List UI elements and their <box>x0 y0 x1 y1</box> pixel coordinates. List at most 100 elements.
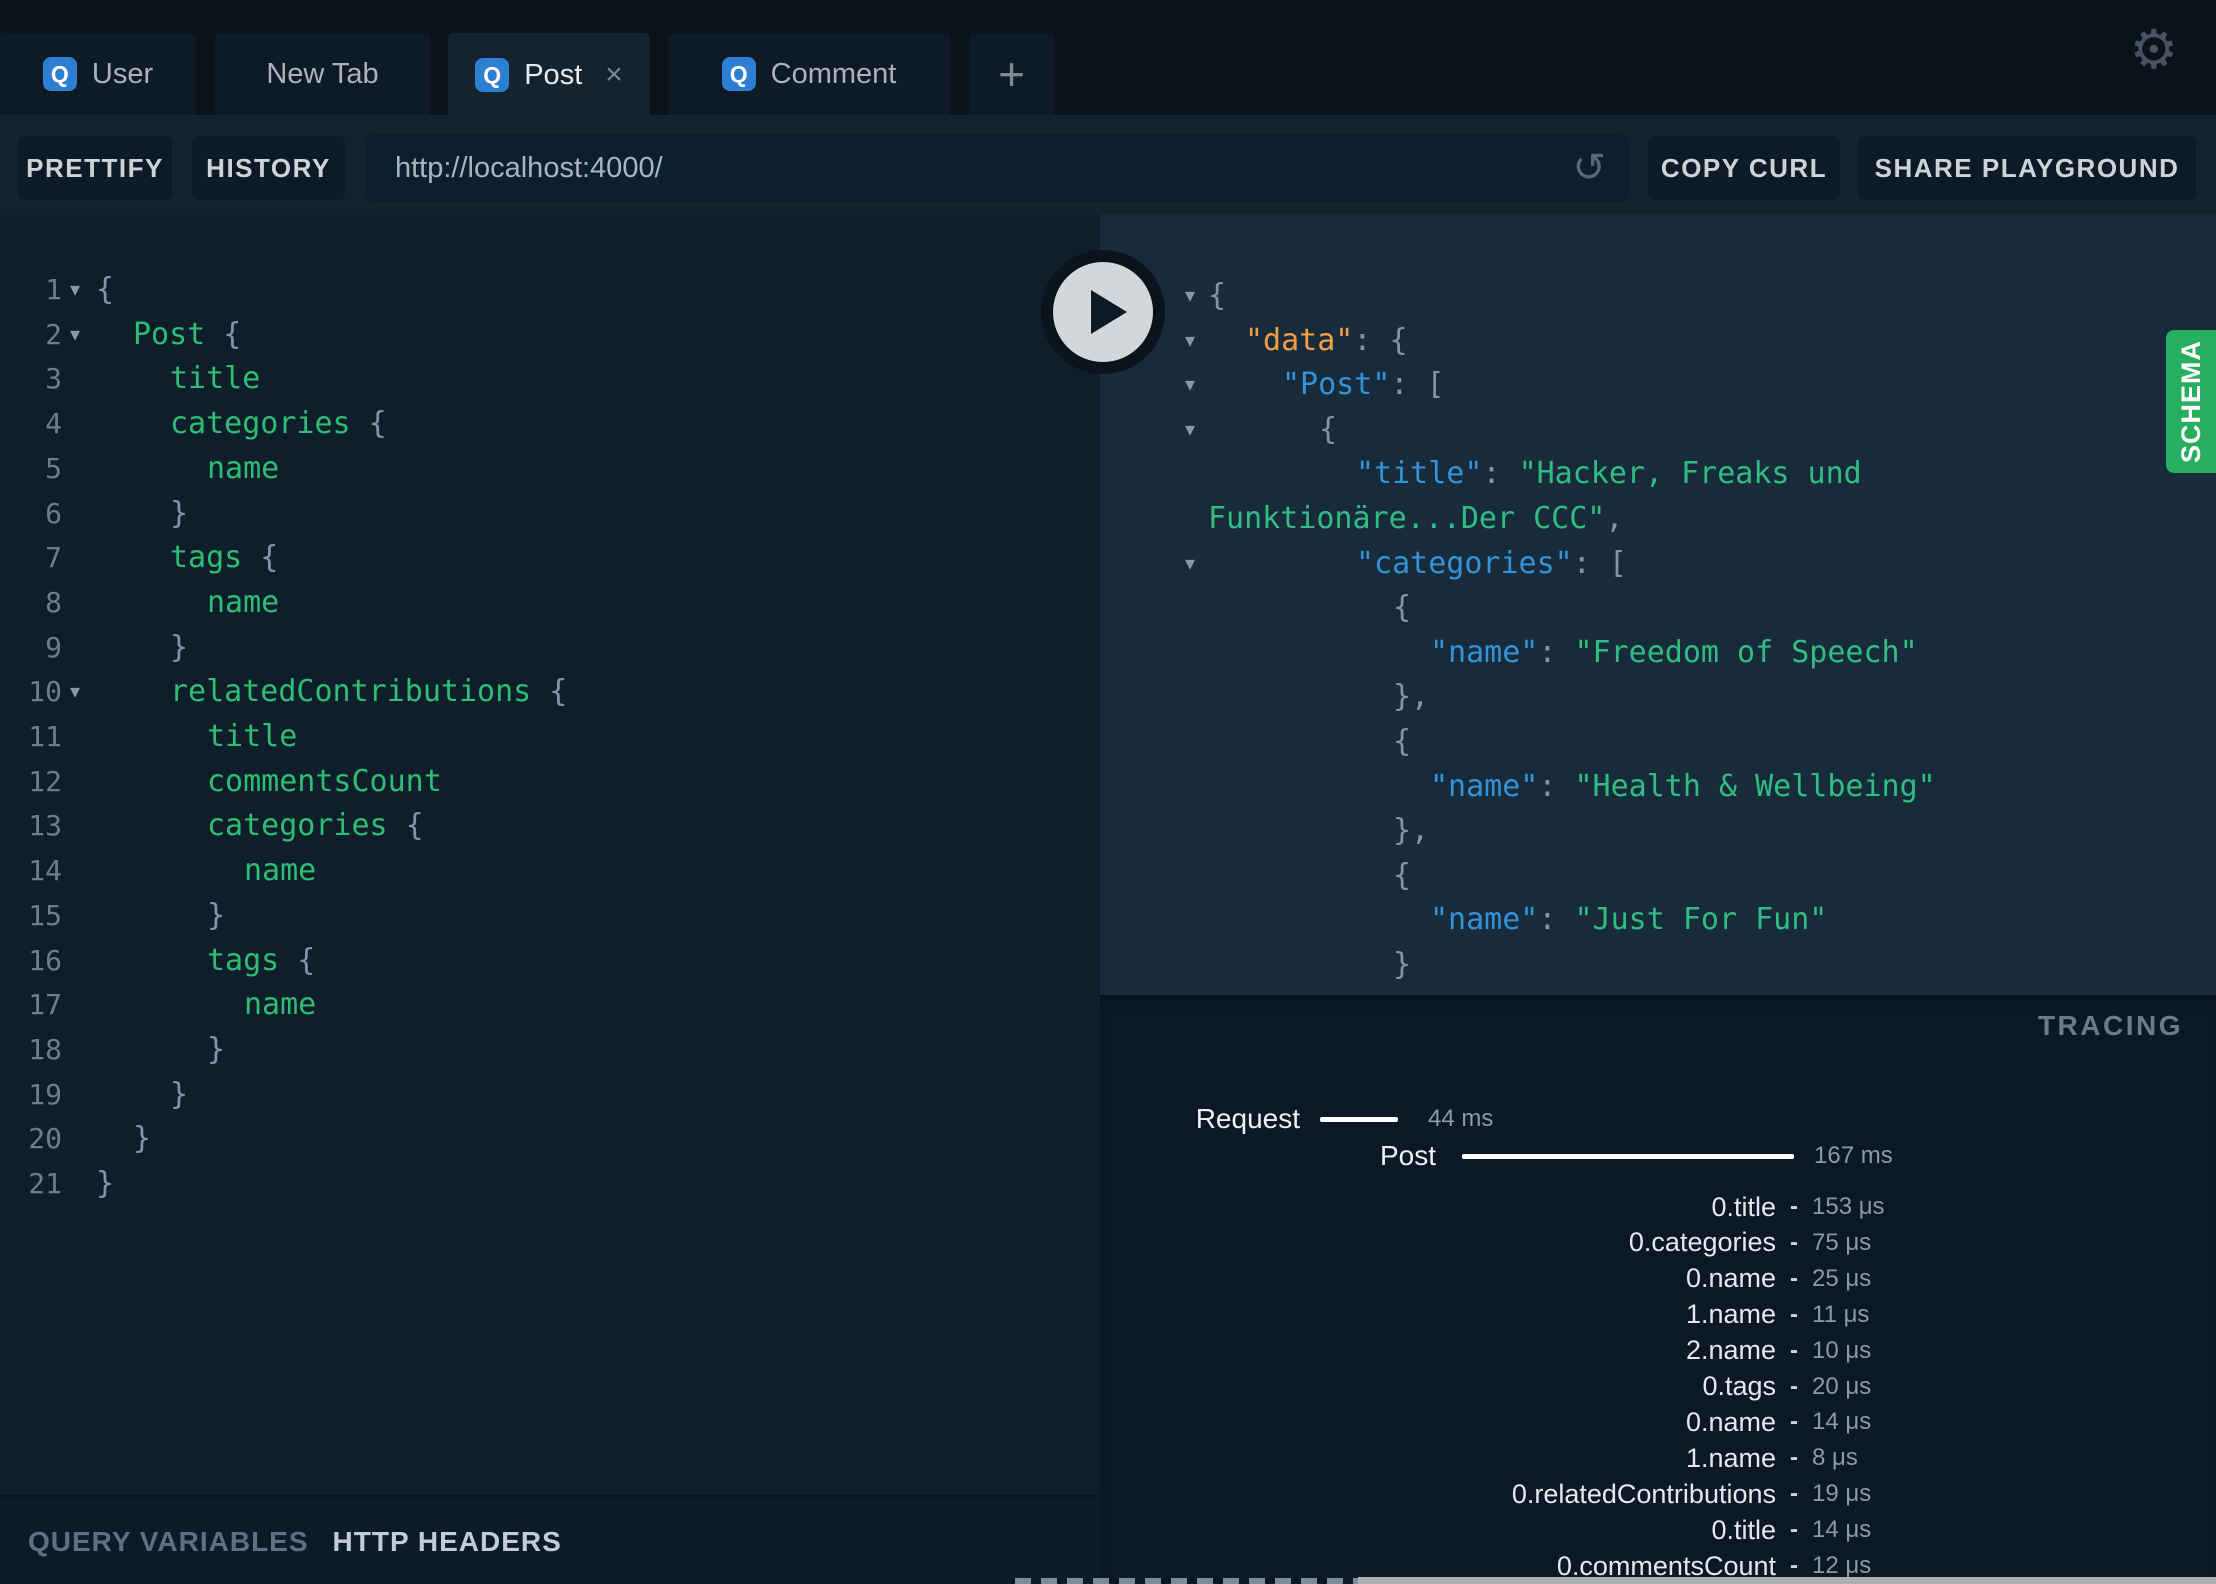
resolver-dash: - <box>1790 1300 1798 1328</box>
reload-schema-icon[interactable]: ↺ <box>1572 145 1630 191</box>
resolver-duration: 10 μs <box>1812 1336 1872 1364</box>
query-editor[interactable]: 1 ▾{2 ▾ Post {3 title 4 categories {5 name 6} 7 ta… <box>0 215 1100 1495</box>
query-line: 10 ▾ relatedContributions { <box>0 669 1100 714</box>
response-line: ] <box>1100 987 2216 995</box>
copy-curl-button[interactable]: COPY CURL <box>1648 136 1840 200</box>
line-number: 1 <box>45 273 62 306</box>
code-text: } <box>170 1076 189 1112</box>
tab-comment[interactable]: Q Comment <box>668 33 950 115</box>
tracing-span-row: Post 167 ms <box>1100 1138 1893 1174</box>
fold-arrow-icon[interactable]: ▾ <box>70 669 80 714</box>
add-tab-button[interactable]: + <box>969 33 1054 115</box>
line-number: 3 <box>45 362 62 396</box>
close-tab-icon[interactable]: × <box>605 60 623 90</box>
resolver-path: 0.name <box>1685 1406 1776 1437</box>
response-line: "name": "Just For Fun" <box>1100 897 2216 942</box>
resolver-path: 0.title <box>1711 1191 1776 1222</box>
code-text: tags { <box>170 540 279 576</box>
query-line: 6} <box>0 491 1100 536</box>
settings-gear-icon[interactable]: ⚙ <box>2130 18 2178 81</box>
query-line: 3 title <box>0 356 1100 401</box>
line-number: 5 <box>45 451 62 485</box>
tracing-span-duration: 167 ms <box>1814 1142 1893 1169</box>
code-text: { <box>1319 411 1338 447</box>
query-variables-tab[interactable]: QUERY VARIABLES <box>28 1526 309 1558</box>
resolver-duration: 20 μs <box>1812 1372 1872 1400</box>
code-text: } <box>207 1031 226 1067</box>
resolver-dash: - <box>1790 1336 1798 1364</box>
query-line: 9} <box>0 625 1100 670</box>
fold-arrow-icon[interactable]: ▾ <box>70 312 80 357</box>
line-number: 9 <box>45 630 62 664</box>
tracing-resolver-row: 1.name -8 μs <box>1100 1442 1858 1474</box>
tracing-resolver-row: 0.name -14 μs <box>1100 1406 1871 1438</box>
response-line: { <box>1100 719 2216 764</box>
fold-arrow-icon[interactable]: ▾ <box>1185 273 1195 318</box>
resolver-duration: 12 μs <box>1812 1552 1872 1579</box>
response-line: "name": "Health & Wellbeing" <box>1100 764 2216 809</box>
response-line: { <box>1100 853 2216 898</box>
play-icon <box>1091 290 1127 334</box>
fold-arrow-icon[interactable]: ▾ <box>1185 318 1195 363</box>
line-number: 16 <box>28 943 62 977</box>
http-headers-tab[interactable]: HTTP HEADERS <box>333 1526 562 1558</box>
schema-side-tab[interactable]: SCHEMA <box>2166 330 2216 473</box>
code-text: name <box>207 584 280 620</box>
code-text: relatedContributions { <box>170 674 568 710</box>
query-line: 15} <box>0 893 1100 938</box>
resolver-duration: 153 μs <box>1812 1193 1885 1220</box>
share-playground-button[interactable]: SHARE PLAYGROUND <box>1858 136 2196 200</box>
query-line: 20} <box>0 1116 1100 1161</box>
resolver-duration: 8 μs <box>1812 1444 1858 1472</box>
resolver-dash: - <box>1790 1516 1798 1544</box>
resolver-duration: 14 μs <box>1812 1408 1872 1436</box>
code-text: } <box>207 897 226 933</box>
code-text: "name": "Just For Fun" <box>1430 902 1828 938</box>
endpoint-url-value: http://localhost:4000/ <box>395 151 663 184</box>
endpoint-url-input[interactable]: http://localhost:4000/ ↺ <box>365 134 1630 202</box>
tab-user[interactable]: Q User <box>0 33 196 115</box>
fold-arrow-icon[interactable]: ▾ <box>1185 362 1195 407</box>
fold-arrow-icon[interactable]: ▾ <box>70 267 80 312</box>
response-line: ▾ "Post": [ <box>1100 362 2216 407</box>
tracing-resolver-row: 1.name -11 μs <box>1100 1299 1869 1331</box>
query-line: 17 name <box>0 982 1100 1027</box>
response-line: "name": "Freedom of Speech" <box>1100 630 2216 675</box>
code-text: title <box>207 719 298 754</box>
code-text: commentsCount <box>207 763 442 799</box>
query-badge-icon: Q <box>42 57 77 91</box>
fold-arrow-icon[interactable]: ▾ <box>1185 407 1195 452</box>
response-line: }, <box>1100 808 2216 853</box>
code-text: "name": "Health & Wellbeing" <box>1430 768 1936 804</box>
tracing-span-bar <box>1462 1153 1794 1159</box>
query-line: 4 categories { <box>0 401 1100 446</box>
tab-post[interactable]: Q Post × <box>448 33 650 117</box>
history-button[interactable]: HISTORY <box>192 136 345 200</box>
tracing-resolver-row: 0.name -25 μs <box>1100 1263 1871 1295</box>
response-line: } <box>1100 942 2216 987</box>
code-text: name <box>207 450 280 486</box>
resolver-dash: - <box>1790 1372 1798 1400</box>
resolver-path: 0.categories <box>1628 1227 1776 1258</box>
response-line: Funktionäre...Der CCC", <box>1100 496 2216 541</box>
tracing-resolver-row: 0.title -153 μs <box>1100 1191 1885 1223</box>
line-number: 17 <box>28 988 62 1022</box>
query-line: 16 tags { <box>0 938 1100 983</box>
code-text: { <box>96 272 115 307</box>
tracing-resolver-row: 0.relatedContributions -19 μs <box>1100 1478 1871 1510</box>
query-line: 7 tags { <box>0 535 1100 580</box>
tracing-title: TRACING <box>2037 1010 2183 1041</box>
fold-arrow-icon[interactable]: ▾ <box>1185 541 1195 586</box>
resolver-dash: - <box>1790 1552 1798 1579</box>
horizontal-scrollbar[interactable] <box>1358 1577 2216 1584</box>
code-text: tags { <box>207 942 316 978</box>
tab-new-tab[interactable]: New Tab <box>215 33 430 115</box>
query-line: 12 commentsCount <box>0 759 1100 804</box>
resolver-path: 1.name <box>1685 1299 1776 1330</box>
execute-query-button[interactable] <box>1041 250 1165 374</box>
query-line: 21} <box>0 1161 1100 1206</box>
prettify-button[interactable]: PRETTIFY <box>18 136 172 200</box>
query-line: 18} <box>0 1027 1100 1072</box>
resolver-duration: 25 μs <box>1812 1264 1872 1292</box>
tab-label: New Tab <box>266 57 379 90</box>
